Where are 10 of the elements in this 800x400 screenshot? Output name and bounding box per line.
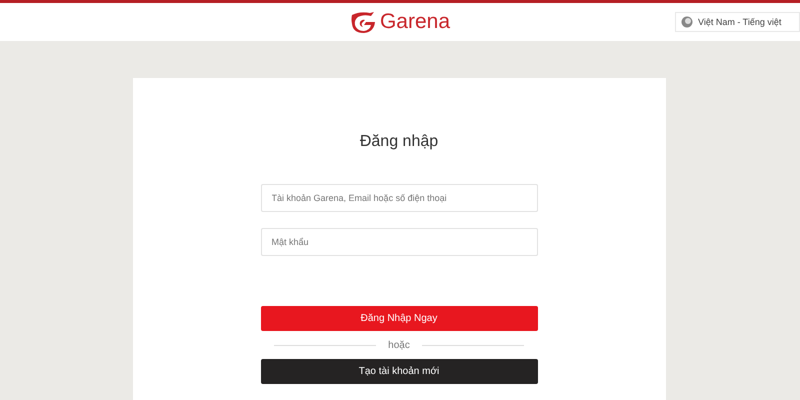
brand-name: Garena xyxy=(380,10,450,34)
language-selector[interactable]: Việt Nam - Tiếng việt xyxy=(675,12,800,32)
divider-label: hoặc xyxy=(388,340,410,350)
logo-icon xyxy=(350,11,376,33)
login-title: Đăng nhập xyxy=(360,133,438,151)
account-field[interactable]: Tài khoản Garena, Email hoặc số điện thoại xyxy=(260,184,538,212)
register-button[interactable]: Tạo tài khoản mới xyxy=(260,359,538,384)
globe-icon xyxy=(681,16,693,28)
password-field[interactable]: Mật khẩu xyxy=(260,228,538,256)
login-button[interactable]: Đăng Nhập Ngay xyxy=(260,306,538,331)
